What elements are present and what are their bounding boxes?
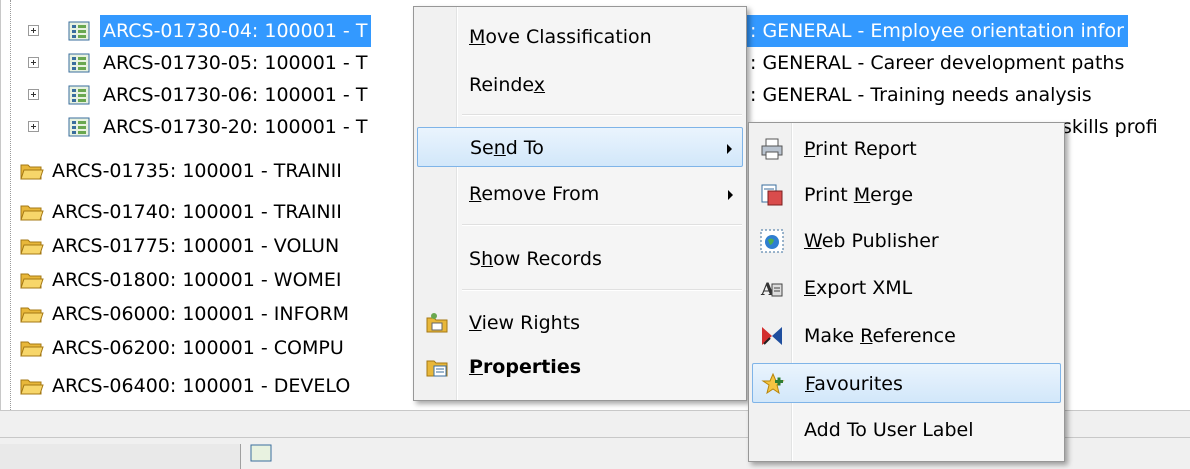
menu-item-print-report[interactable]: Print Report — [752, 129, 1061, 169]
menu-item-label: iew Rights — [481, 312, 581, 334]
record-icon — [68, 53, 90, 73]
record-label: ARCS-01730-06: 100001 - T — [103, 84, 368, 106]
record-label: ARCS-01740: 100001 - TRAINII — [52, 201, 342, 223]
access-key: F — [805, 373, 815, 395]
menu-item-label: S — [469, 248, 482, 270]
access-key: M — [469, 26, 486, 48]
send-to-submenu: Print Report Print Merge Web Publisher A… — [748, 122, 1065, 462]
menu-item-view-rights[interactable]: View Rights — [417, 303, 743, 343]
menu-item-show-records[interactable]: Show Records — [417, 239, 743, 279]
record-label: ARCS-06200: 100001 - COMPU — [52, 337, 344, 359]
record-icon — [68, 21, 90, 41]
context-menu: Move Classification Reindex Send To Remo… — [413, 6, 747, 401]
menu-item-reindex[interactable]: Reindex — [417, 65, 743, 105]
expand-icon[interactable] — [28, 57, 39, 68]
menu-item-label: roperties — [482, 356, 582, 378]
menu-item-properties[interactable]: Properties — [417, 347, 743, 387]
menu-item-label: erge — [870, 184, 914, 206]
menu-item-export-xml[interactable]: A Export XML — [752, 268, 1061, 308]
print-merge-icon — [761, 184, 783, 206]
menu-item-label: ove Classification — [485, 26, 652, 48]
record-title: : GENERAL - Career development paths — [750, 52, 1125, 74]
menu-item-make-reference[interactable]: Make Reference — [752, 316, 1061, 356]
record-label: ARCS-01730-05: 100001 - T — [103, 52, 368, 74]
access-key: R — [469, 183, 482, 205]
record-label: ARCS-01730-20: 100001 - T — [103, 116, 368, 138]
folder-icon — [20, 307, 44, 323]
access-key: P — [469, 356, 483, 378]
globe-icon — [760, 229, 784, 253]
record-title: : GENERAL - Employee orientation infor — [747, 15, 1128, 47]
menu-item-print-merge[interactable]: Print Merge — [752, 175, 1061, 215]
menu-item-label: rint Report — [815, 138, 917, 160]
menu-item-remove-from[interactable]: Remove From — [417, 174, 743, 214]
menu-item-label: ow Records — [493, 248, 602, 270]
printer-icon — [761, 138, 783, 160]
access-key: n — [493, 137, 506, 159]
access-key: W — [804, 230, 822, 252]
menu-item-label: Add To User Label — [804, 419, 974, 441]
access-key: h — [481, 248, 494, 270]
menu-item-favourites[interactable]: Favourites — [752, 363, 1061, 403]
record-label: ARCS-01800: 100001 - WOMEI — [52, 269, 342, 291]
menu-separator — [462, 114, 742, 116]
record-icon — [68, 117, 90, 137]
record-label: ARCS-06000: 100001 - INFORM — [52, 303, 350, 325]
folder-icon — [20, 341, 44, 357]
record-label: ARCS-01730-04: 100001 - T — [100, 15, 372, 47]
access-key: V — [469, 312, 482, 334]
menu-item-label: emove From — [481, 183, 600, 205]
expand-icon[interactable] — [28, 25, 39, 36]
folder-icon — [20, 273, 44, 289]
menu-item-label: Reinde — [469, 74, 534, 96]
menu-item-web-publisher[interactable]: Web Publisher — [752, 221, 1061, 261]
export-xml-icon: A — [760, 280, 783, 300]
star-icon — [761, 372, 785, 395]
menu-item-label: Make — [804, 325, 861, 347]
record-title: : GENERAL - Training needs analysis — [750, 84, 1092, 106]
record-title: skills profi — [1062, 116, 1158, 138]
menu-item-label: Print — [804, 184, 854, 206]
access-key: E — [804, 277, 817, 299]
record-label: ARCS-01775: 100001 - VOLUN — [52, 235, 340, 257]
properties-icon — [426, 360, 448, 377]
view-rights-icon — [426, 313, 448, 333]
status-tab[interactable] — [0, 444, 241, 469]
menu-item-move-classification[interactable]: Move Classification — [417, 17, 743, 57]
expand-icon[interactable] — [28, 121, 39, 132]
menu-item-label: Se — [470, 137, 494, 159]
folder-icon — [20, 205, 44, 221]
access-key: P — [804, 138, 816, 160]
menu-item-label: eb Publisher — [821, 230, 939, 252]
record-label: ARCS-06400: 100001 - DEVELO — [52, 375, 351, 397]
menu-item-label: xport XML — [816, 277, 913, 299]
submenu-arrow-icon — [727, 144, 732, 154]
record-icon — [250, 444, 272, 462]
submenu-arrow-icon — [728, 190, 733, 200]
menu-item-add-to-user-label[interactable]: Add To User Label — [752, 410, 1061, 450]
menu-item-label: avourites — [814, 373, 903, 395]
record-label: ARCS-01735: 100001 - TRAINII — [52, 160, 342, 182]
access-key: R — [860, 325, 873, 347]
expand-icon[interactable] — [28, 89, 39, 100]
make-reference-icon — [762, 327, 782, 345]
menu-separator — [462, 289, 742, 291]
menu-item-label: eference — [872, 325, 956, 347]
access-key: x — [533, 74, 546, 96]
menu-item-send-to[interactable]: Send To — [417, 127, 743, 167]
folder-icon — [20, 239, 44, 255]
folder-icon — [20, 164, 44, 180]
menu-item-label: d To — [505, 137, 544, 159]
folder-icon — [20, 379, 44, 395]
menu-separator — [462, 224, 742, 226]
record-icon — [68, 85, 90, 105]
access-key: M — [853, 184, 871, 206]
